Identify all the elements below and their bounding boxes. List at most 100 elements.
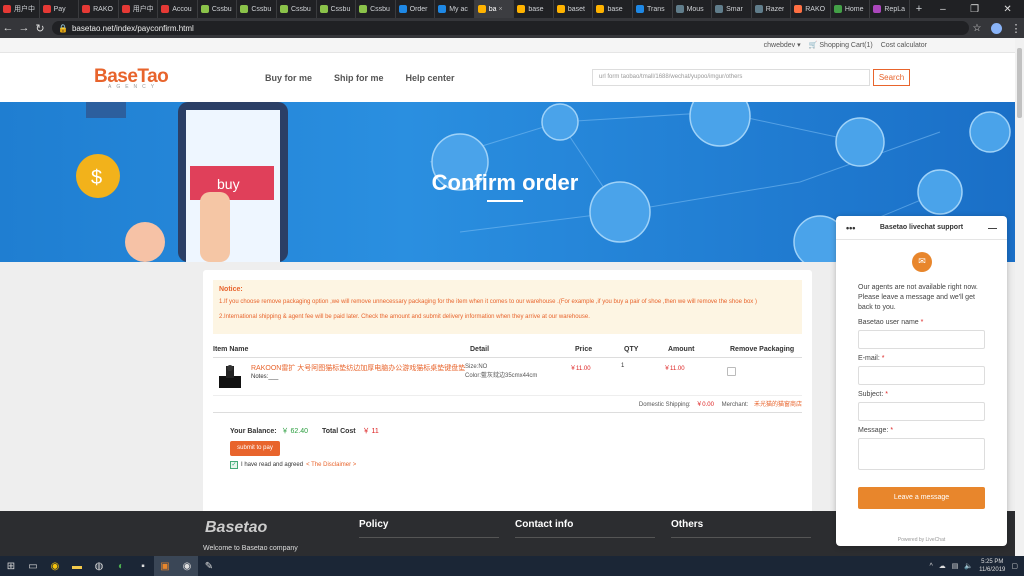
col-remove-packaging: Remove Packaging [730, 346, 795, 353]
shopping-cart-link[interactable]: Shopping Cart(1) [819, 42, 872, 49]
basetao-logo[interactable]: BaseTao AGENCY [94, 66, 169, 90]
tab-label: Cssbu [290, 5, 311, 13]
bookmark-star-icon[interactable]: ☆ [969, 23, 985, 34]
disclaimer-link[interactable]: < The Disclaimer > [306, 462, 356, 468]
network-icon[interactable]: ▤ [952, 562, 959, 570]
file-explorer-icon[interactable]: ▬ [66, 556, 88, 576]
active-app-icon[interactable]: ▣ [154, 556, 176, 576]
forward-icon[interactable]: → [16, 22, 32, 34]
tab-favicon-icon [279, 5, 288, 13]
tab-strip: 用户中 Pay RAKO 用户中 Accou Cssbu Cssbu Cssbu Cssbu Cs… [0, 0, 910, 18]
profile-avatar[interactable] [991, 22, 1002, 34]
chrome-icon[interactable]: ◉ [44, 556, 66, 576]
paint-icon[interactable]: ✎ [198, 556, 220, 576]
item-thumbnail[interactable] [217, 364, 243, 390]
taskbar: ⊞ ▭ ◉ ▬ ◍ ◐ ▪ ▣ ◉ ✎ ^ ☁ ▤ 🔈 5:25 PM 11/6… [0, 556, 1024, 576]
tab-favicon-icon [675, 5, 684, 13]
tab-favicon-icon [121, 5, 130, 13]
merchant-label: Merchant: [721, 402, 749, 408]
browser-tab[interactable]: 用户中 [119, 0, 159, 18]
app-icon[interactable]: ▪ [132, 556, 154, 576]
page-title: Confirm order [431, 170, 579, 195]
domestic-shipping-value: ￥0.00 [696, 402, 714, 408]
notification-icon[interactable]: ▢ [1011, 562, 1018, 570]
merchant-value[interactable]: 禾光猫的猫窗商店 [754, 402, 802, 408]
browser-tab[interactable]: RAKO [791, 0, 831, 18]
email-label-text: E-mail: [858, 355, 880, 362]
browser-tab[interactable]: Cssbu [237, 0, 277, 18]
browser-tab[interactable]: Home [831, 0, 871, 18]
browser-tab[interactable]: Pay [40, 0, 80, 18]
browser-tab[interactable]: Trans [633, 0, 673, 18]
nav-ship-for-me[interactable]: Ship for me [334, 73, 384, 83]
browser-tab[interactable]: Cssbu [277, 0, 317, 18]
leave-message-button[interactable]: Leave a message [858, 487, 985, 509]
tab-label: My ac [449, 5, 468, 13]
minimize-icon[interactable]: – [940, 4, 946, 15]
task-view-icon[interactable]: ▭ [22, 556, 44, 576]
wechat-icon[interactable]: ◐ [110, 556, 132, 576]
chat-menu-icon[interactable]: ••• [846, 216, 855, 240]
tab-close-icon[interactable]: × [499, 6, 503, 13]
browser-tab[interactable]: My ac [435, 0, 475, 18]
shipping-line: Domestic Shipping: ￥0.00 Merchant: 禾光猫的猫… [213, 399, 802, 413]
browser-tab[interactable]: 用户中 [0, 0, 40, 18]
footer-welcome: Welcome to Basetao company [203, 545, 298, 552]
browser-tab[interactable]: Cssbu [356, 0, 396, 18]
tray-chevron-icon[interactable]: ^ [929, 563, 932, 570]
tab-favicon-icon [82, 5, 91, 13]
cart-icon: 🛒 [808, 42, 818, 49]
browser-tab[interactable]: Order [396, 0, 436, 18]
item-name-link[interactable]: RAKOON雷扩 大号阿图猫标垫纺边加厚电脑办公游戏猫标桌垫键盘垫 [251, 363, 465, 373]
nav-buy-for-me[interactable]: Buy for me [265, 73, 312, 83]
nav-help-center[interactable]: Help center [406, 73, 455, 83]
balance-line: Your Balance: ￥ 62.40 Total Cost ￥ 11 [230, 426, 812, 436]
windows-start-icon[interactable]: ⊞ [0, 556, 22, 576]
chevron-down-icon: ▾ [797, 42, 801, 49]
scrollbar-thumb[interactable] [1017, 48, 1022, 118]
new-tab-button[interactable]: + [910, 3, 928, 15]
balance-label: Your Balance: [230, 428, 277, 435]
chrome-active-icon[interactable]: ◉ [176, 556, 198, 576]
reload-icon[interactable]: ↻ [32, 22, 48, 35]
browser-tab[interactable]: Razer [752, 0, 792, 18]
tab-favicon-icon [398, 5, 407, 13]
chat-minimize-icon[interactable]: — [988, 216, 997, 240]
user-menu[interactable]: chwebdev [764, 42, 796, 49]
browser-tab[interactable]: ba × [474, 0, 515, 18]
page-scrollbar[interactable] [1015, 38, 1024, 556]
main-nav: Buy for me Ship for me Help center [265, 73, 455, 83]
notice-box: Notice: 1.If you choose remove packaging… [213, 280, 802, 334]
browser-tab[interactable]: Accou [158, 0, 198, 18]
browser-tab[interactable]: base [593, 0, 633, 18]
clock[interactable]: 5:25 PM 11/6/2019 [979, 558, 1005, 574]
message-field[interactable] [858, 438, 985, 470]
url-field[interactable]: 🔒 basetao.net/index/payconfirm.html [52, 21, 969, 35]
submit-to-pay-button[interactable]: submit to pay [230, 441, 280, 456]
email-field[interactable] [858, 366, 985, 385]
subject-field[interactable] [858, 402, 985, 421]
search-button[interactable]: Search [873, 69, 910, 86]
steam-icon[interactable]: ◍ [88, 556, 110, 576]
cloud-icon[interactable]: ☁ [939, 562, 946, 570]
remove-packaging-checkbox[interactable] [727, 367, 736, 376]
maximize-icon[interactable]: ❐ [970, 4, 979, 15]
tab-favicon-icon [636, 5, 644, 13]
browser-tab[interactable]: Cssbu [198, 0, 238, 18]
browser-tab[interactable]: RepLa [870, 0, 910, 18]
agree-checkbox[interactable]: ✓ [230, 461, 238, 469]
menu-icon[interactable]: ⋮ [1008, 22, 1024, 35]
browser-tab[interactable]: base [514, 0, 554, 18]
browser-tab[interactable]: baset [554, 0, 594, 18]
volume-icon[interactable]: 🔈 [964, 562, 973, 570]
back-icon[interactable]: ← [0, 22, 16, 34]
browser-tab[interactable]: Cssbu [317, 0, 357, 18]
browser-tab[interactable]: RAKO [79, 0, 119, 18]
col-price: Price [575, 346, 593, 353]
browser-tab[interactable]: Smar [712, 0, 752, 18]
cost-calculator-link[interactable]: Cost calculator [881, 42, 927, 49]
username-field[interactable] [858, 330, 985, 349]
browser-tab[interactable]: Mous [673, 0, 713, 18]
close-icon[interactable]: ✕ [1003, 4, 1011, 15]
search-input[interactable]: url form taobao/tmall/1688/wechat/yupoo/… [592, 69, 870, 86]
